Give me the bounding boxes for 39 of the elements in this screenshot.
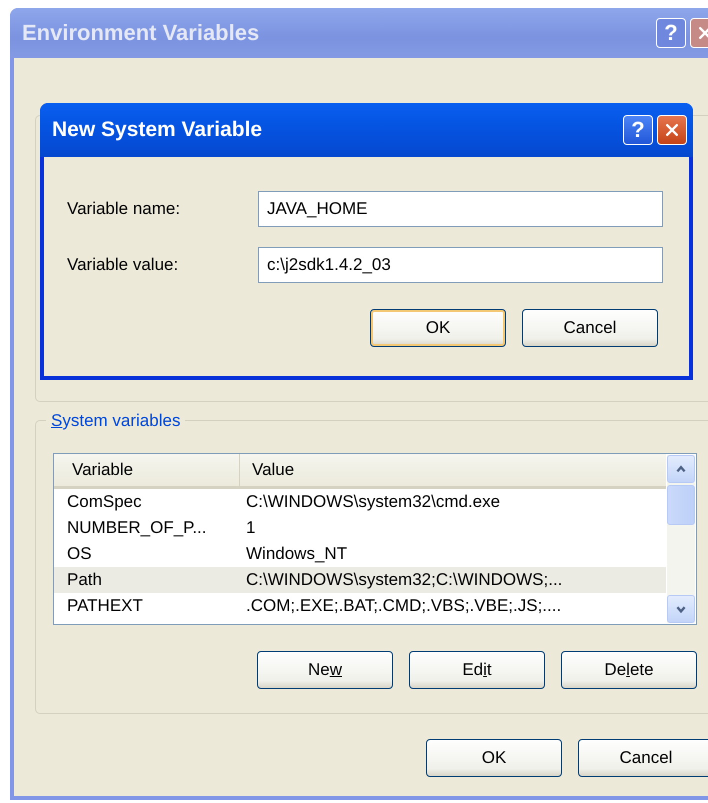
scroll-down-button[interactable] — [667, 595, 695, 623]
field-label: Variable value: — [67, 255, 180, 275]
list-action-button[interactable]: New — [257, 651, 393, 689]
input-field[interactable]: JAVA_HOME — [258, 191, 663, 227]
list-row[interactable]: PATHEXT .COM;.EXE;.BAT;.CMD;.VBS;.VBE;.JS;.... — [54, 593, 666, 619]
list-row[interactable]: OS Windows_NT — [54, 541, 666, 567]
list-action-button[interactable]: Edit — [409, 651, 545, 689]
table-cell-text: .COM;.EXE;.BAT;.CMD;.VBS;.VBE;.JS;.... — [245, 596, 562, 616]
table-cell-text: ComSpec — [66, 492, 143, 512]
table-cell-text: Path — [66, 570, 103, 590]
close-icon — [664, 122, 680, 138]
list-row[interactable]: Path C:\WINDOWS\system32;C:\WINDOWS;... — [54, 567, 666, 593]
table-cell-text: NUMBER_OF_P... — [66, 518, 208, 538]
input-field[interactable]: c:\j2sdk1.4.2_03 — [258, 247, 663, 283]
list-action-button[interactable]: Delete — [561, 651, 697, 689]
close-button[interactable] — [657, 115, 687, 145]
table-cell-text: C:\WINDOWS\system32;C:\WINDOWS;... — [245, 570, 562, 590]
field-label: Variable name: — [67, 199, 182, 219]
table-cell-text: 1 — [245, 518, 256, 538]
scrollbar[interactable] — [667, 455, 695, 623]
table-cell-text: OS — [66, 544, 93, 564]
column-header[interactable]: Variable — [54, 454, 240, 486]
ok-button[interactable]: OK — [426, 739, 562, 777]
cancel-button[interactable]: Cancel — [522, 309, 658, 347]
cancel-button[interactable]: Cancel — [578, 739, 708, 777]
group-label: System variables — [46, 411, 186, 431]
list-row[interactable]: ComSpec C:\WINDOWS\system32\cmd.exe — [54, 489, 666, 515]
table-cell-text: PATHEXT — [66, 596, 144, 616]
column-header[interactable]: Value — [240, 454, 666, 486]
chevron-up-icon — [675, 463, 687, 475]
ok-button[interactable]: OK — [370, 309, 506, 347]
list-row[interactable]: NUMBER_OF_P... 1 — [54, 515, 666, 541]
help-button[interactable]: ? — [623, 115, 653, 145]
dialog-title: New System Variable — [52, 118, 262, 142]
scroll-thumb[interactable] — [667, 485, 695, 525]
window-title: Environment Variables — [22, 20, 260, 46]
table-cell-text: C:\WINDOWS\system32\cmd.exe — [245, 492, 500, 512]
table-cell-text: Windows_NT — [245, 544, 348, 564]
scroll-up-button[interactable] — [667, 455, 695, 483]
